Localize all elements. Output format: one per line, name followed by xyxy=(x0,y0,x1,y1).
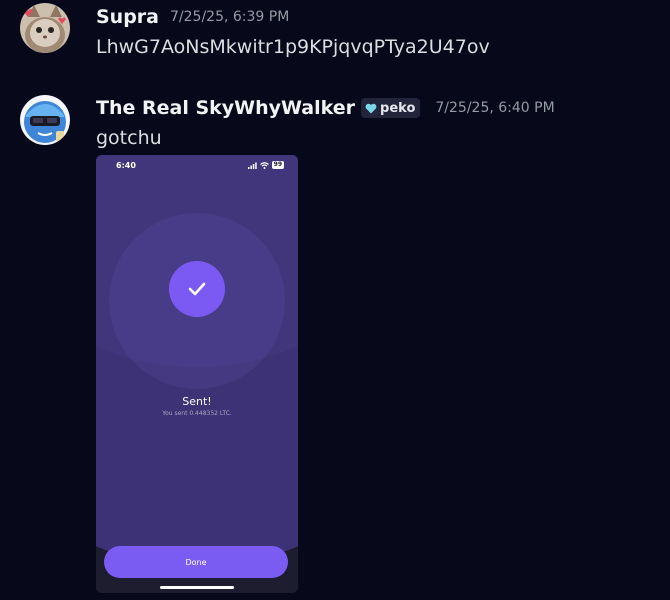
message-text: LhwG7AoNsMkwitr1p9KPjqvqPTya2U47ov xyxy=(96,36,490,58)
battery-indicator: 99 xyxy=(271,161,284,169)
user-avatar[interactable] xyxy=(20,3,70,53)
username[interactable]: The Real SkyWhyWalker xyxy=(96,97,355,119)
image-attachment[interactable]: 6:40 99 Sent! You sent 0.448352 LTC. Don… xyxy=(96,155,298,593)
wifi-icon xyxy=(259,161,269,169)
done-button: Done xyxy=(104,546,288,578)
sent-title: Sent! xyxy=(182,395,212,408)
home-indicator xyxy=(160,586,234,589)
timestamp: 7/25/25, 6:40 PM xyxy=(435,100,555,116)
heart-icon xyxy=(365,103,377,113)
guild-tag[interactable]: peko xyxy=(361,98,421,118)
user-avatar[interactable] xyxy=(20,95,70,145)
timestamp: 7/25/25, 6:39 PM xyxy=(170,9,290,25)
username[interactable]: Supra xyxy=(96,6,159,28)
status-icons: 99 xyxy=(247,161,284,169)
status-time: 6:40 xyxy=(116,161,136,170)
tag-label: peko xyxy=(380,100,416,116)
success-badge xyxy=(169,261,225,317)
sent-subtitle: You sent 0.448352 LTC. xyxy=(162,410,232,417)
message-text: gotchu xyxy=(96,127,162,149)
cat-avatar-icon xyxy=(20,3,70,53)
blue-character-avatar-icon xyxy=(20,95,70,145)
checkmark-icon xyxy=(188,282,206,296)
signal-icon xyxy=(247,162,257,169)
